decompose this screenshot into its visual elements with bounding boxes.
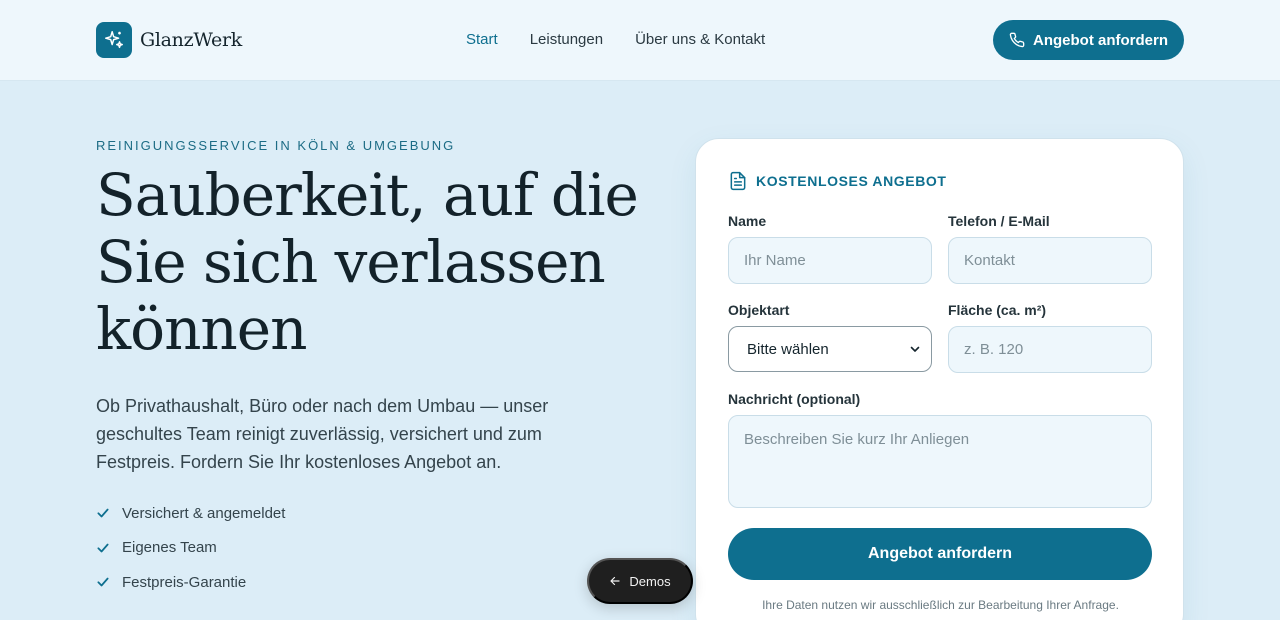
sparkle-icon	[96, 22, 132, 58]
chevron-down-icon	[909, 343, 921, 355]
cta-label: Angebot anfordern	[1033, 31, 1168, 49]
message-textarea[interactable]: Beschreiben Sie kurz Ihr Anliegen	[728, 415, 1152, 508]
feature-item: Festpreis-Garantie	[96, 572, 285, 592]
brand-logo[interactable]: GlanzWerk	[96, 22, 242, 58]
nav-link-start[interactable]: Start	[466, 31, 498, 48]
feature-item: Versichert & angemeldet	[96, 503, 285, 523]
area-label: Fläche (ca. m²)	[948, 302, 1047, 318]
area-input[interactable]: z. B. 120	[948, 326, 1152, 373]
request-offer-header-button[interactable]: Angebot anfordern	[993, 20, 1184, 60]
feature-item: Eigenes Team	[96, 538, 285, 558]
check-icon	[96, 575, 110, 589]
main-nav: Start Leistungen Über uns & Kontakt	[466, 31, 765, 48]
arrow-left-icon	[609, 575, 621, 587]
object-type-label: Objektart	[728, 302, 790, 318]
nav-link-ueber-uns-kontakt[interactable]: Über uns & Kontakt	[635, 31, 765, 48]
nav-link-leistungen[interactable]: Leistungen	[530, 31, 603, 48]
message-label: Nachricht (optional)	[728, 391, 861, 407]
check-icon	[96, 541, 110, 555]
object-type-value: Bitte wählen	[747, 340, 829, 358]
feature-label: Eigenes Team	[122, 539, 217, 556]
demos-label: Demos	[629, 573, 671, 589]
document-icon	[728, 171, 748, 191]
hero-headline: Sauberkeit, auf die Sie sich verlassen k…	[96, 161, 639, 363]
submit-offer-button[interactable]: Angebot anfordern	[728, 528, 1152, 580]
demos-button[interactable]: Demos	[587, 558, 693, 604]
hero-lead: Ob Privathaushalt, Büro oder nach dem Um…	[96, 396, 549, 472]
check-icon	[96, 506, 110, 520]
name-label: Name	[728, 213, 767, 229]
object-type-select[interactable]: Bitte wählen	[728, 326, 932, 372]
form-title: KOSTENLOSES ANGEBOT	[728, 171, 947, 191]
privacy-note: Ihre Daten nutzen wir ausschließlich zur…	[762, 598, 1119, 612]
name-input[interactable]: Ihr Name	[728, 237, 932, 284]
contact-label: Telefon / E-Mail	[948, 213, 1050, 229]
contact-input[interactable]: Kontakt	[948, 237, 1152, 284]
hero-eyebrow: REINIGUNGSSERVICE IN KÖLN & UMGEBUNG	[96, 138, 456, 153]
feature-label: Versichert & angemeldet	[122, 504, 286, 522]
feature-label: Festpreis-Garantie	[122, 573, 247, 591]
phone-icon	[1009, 32, 1025, 48]
feature-list: Versichert & angemeldet Eigenes Team Fes…	[96, 503, 285, 607]
form-title-text: KOSTENLOSES ANGEBOT	[756, 173, 947, 189]
brand-name: GlanzWerk	[140, 29, 242, 51]
site-header: GlanzWerk Start Leistungen Über uns & Ko…	[0, 0, 1280, 81]
offer-form-card: KOSTENLOSES ANGEBOT Name Ihr Name Telefo…	[695, 138, 1184, 620]
